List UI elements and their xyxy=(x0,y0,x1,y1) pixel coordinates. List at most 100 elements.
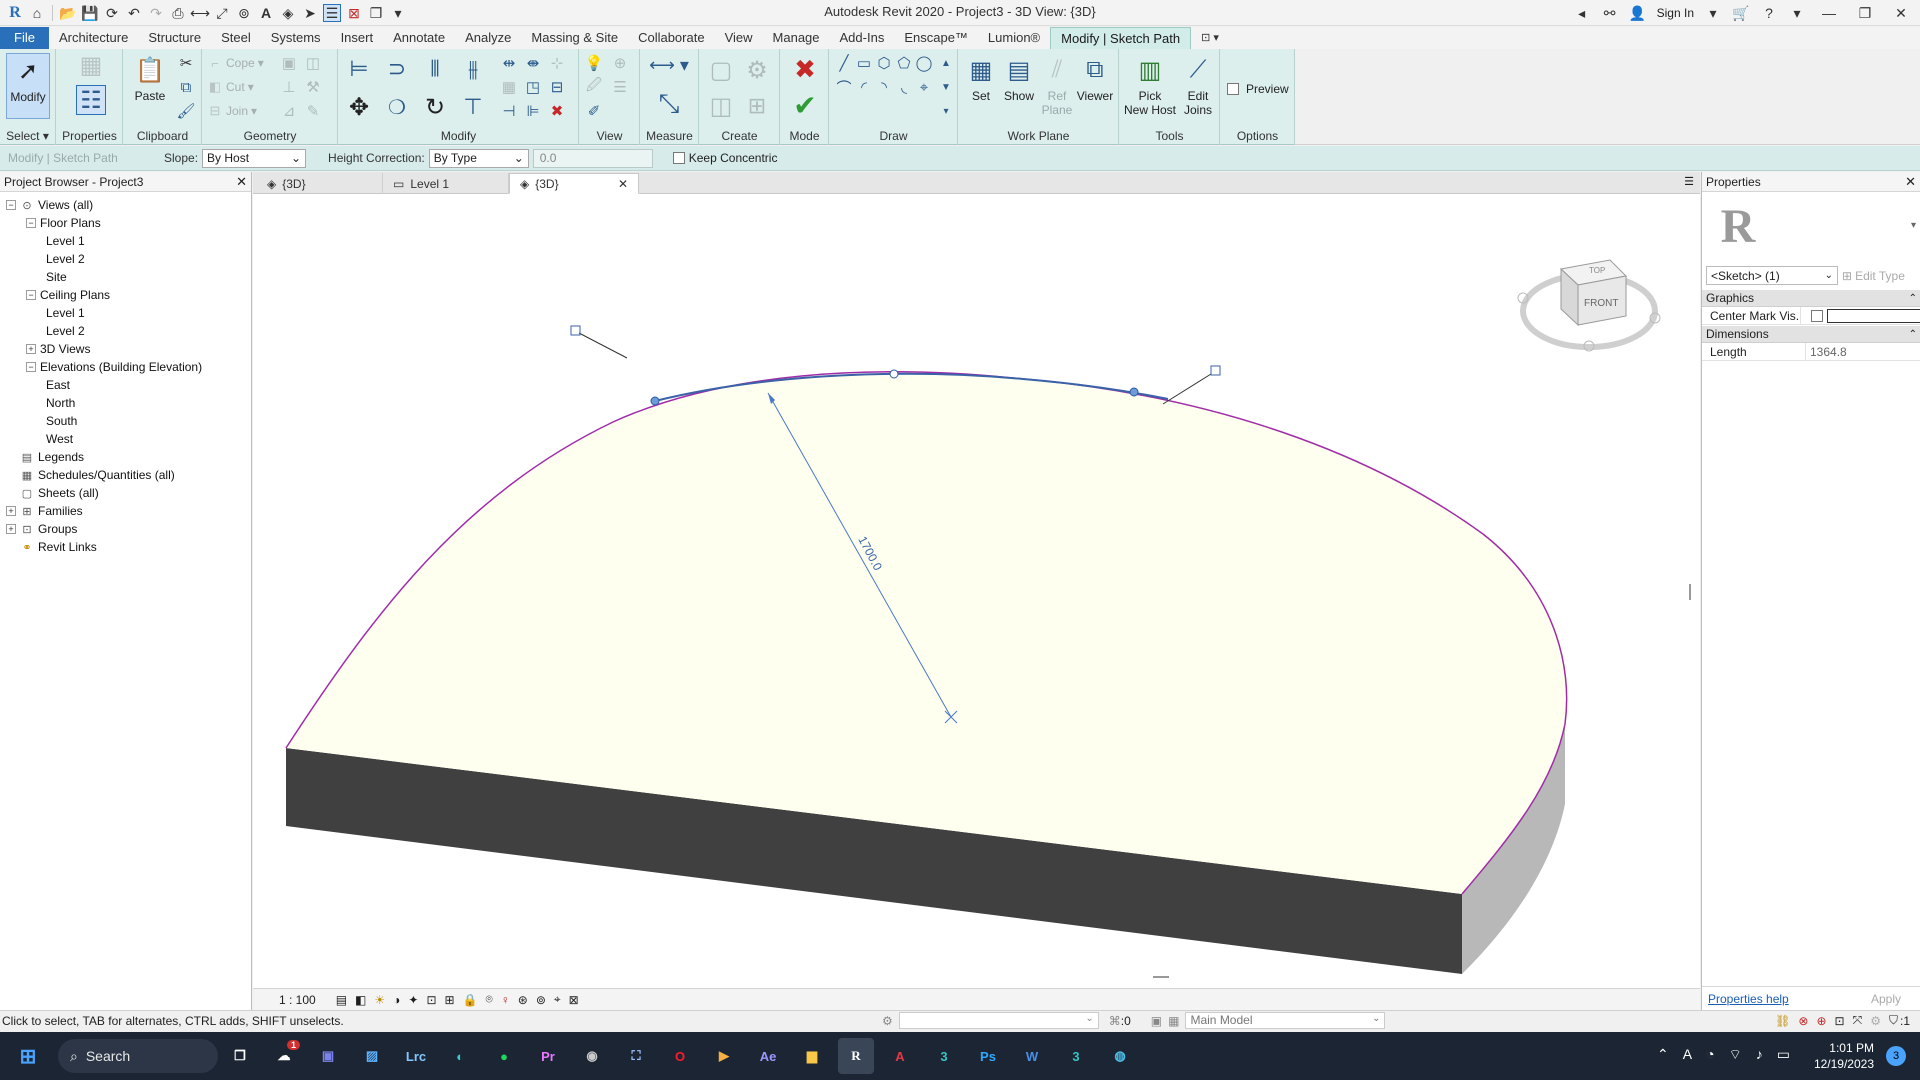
view-extra-icon[interactable]: ⊕ xyxy=(610,53,630,73)
worksets-icon[interactable]: ⚙ xyxy=(882,1014,893,1028)
tab-modify-sketch-path[interactable]: Modify | Sketch Path xyxy=(1050,27,1192,49)
tree-item[interactable]: Level 2 xyxy=(46,322,85,340)
delete-icon[interactable]: ✖ xyxy=(547,101,567,121)
media-app-icon[interactable]: ⛶ xyxy=(618,1038,654,1074)
tree-item[interactable]: − Floor Plans xyxy=(26,214,101,232)
detail-level-icon[interactable]: ▤ xyxy=(336,993,347,1007)
temp-view-props-icon[interactable]: ⊛ xyxy=(518,993,528,1007)
lightroom-icon[interactable]: Lrc xyxy=(398,1038,434,1074)
section-graphics[interactable]: Graphics ⌃ xyxy=(1702,290,1920,307)
after-effects-icon[interactable]: Ae xyxy=(750,1038,786,1074)
collapse-icon[interactable]: − xyxy=(26,218,36,228)
scale-icon[interactable]: ◳ xyxy=(523,77,543,97)
task-view-icon[interactable]: ❐ xyxy=(222,1038,258,1074)
tangent-arc-icon[interactable]: ◝ xyxy=(874,77,894,97)
render-icon[interactable]: ✦ xyxy=(408,993,418,1007)
crop-view-icon[interactable]: ⊡ xyxy=(426,993,436,1007)
trim-single-icon[interactable]: ⊣ xyxy=(499,101,519,121)
expand-icon[interactable]: + xyxy=(6,506,16,516)
line-icon[interactable]: ╱ xyxy=(834,53,854,73)
tray-chevron-icon[interactable]: ⌃ xyxy=(1657,1046,1669,1064)
match-properties-icon[interactable]: 🖌 xyxy=(176,101,196,121)
offset-icon[interactable]: ⊃ xyxy=(383,55,411,83)
keep-concentric-box[interactable] xyxy=(672,152,685,164)
premiere-icon[interactable]: Pr xyxy=(530,1038,566,1074)
remove-paint-icon[interactable]: ✎ xyxy=(303,101,323,121)
tab-lumion[interactable]: Lumion® xyxy=(978,27,1050,49)
tree-item[interactable]: + ⊡ Groups xyxy=(6,520,77,538)
slope-select[interactable]: By Host ⌄ xyxy=(202,148,307,168)
tree-item[interactable]: Level 2 xyxy=(46,250,85,268)
help-dropdown-icon[interactable]: ▾ xyxy=(1788,4,1806,22)
3d-model-view[interactable]: 1700.0 TOP FRONT xyxy=(253,194,1700,988)
visual-style-icon[interactable]: ◧ xyxy=(355,993,366,1007)
circle-icon[interactable]: ◯ xyxy=(914,53,934,73)
sign-in-link[interactable]: Sign In xyxy=(1657,6,1694,20)
3dsmax-2-icon[interactable]: 3 xyxy=(1058,1038,1094,1074)
close-window-button[interactable]: ✕ xyxy=(1888,3,1914,23)
pick-new-host-button[interactable]: ▥ Pick New Host xyxy=(1124,53,1176,119)
select-links-icon[interactable]: ⛓ xyxy=(1775,1014,1790,1028)
split-gap-icon[interactable]: ⇼ xyxy=(523,53,543,73)
create-parts-icon[interactable]: ⚙ xyxy=(742,55,772,85)
binoculars-icon[interactable]: ⚯ xyxy=(1601,4,1619,22)
draw-scroll-up-icon[interactable]: ▲ xyxy=(936,53,956,73)
workset-select[interactable]: ⌄ xyxy=(898,1012,1099,1029)
center-mark-value[interactable] xyxy=(1801,307,1920,324)
tab-menu-icon[interactable]: ☰ xyxy=(1684,175,1694,188)
select-underlay-icon[interactable]: ⊗ xyxy=(1798,1014,1808,1028)
view-scale[interactable]: 1 : 100 xyxy=(279,993,316,1007)
create-group-icon[interactable]: ◫ xyxy=(706,91,736,121)
tab-add-ins[interactable]: Add-Ins xyxy=(830,27,895,49)
array-icon[interactable]: ▦ xyxy=(499,77,519,97)
tab-enscape[interactable]: Enscape™ xyxy=(894,27,978,49)
collapse-icon[interactable]: − xyxy=(26,362,36,372)
notification-badge[interactable]: 3 xyxy=(1886,1046,1906,1066)
autocad-icon[interactable]: A xyxy=(882,1038,918,1074)
view-tab-level-1[interactable]: ▭ Level 1 xyxy=(383,173,509,194)
help-icon[interactable]: ? xyxy=(1760,4,1778,22)
tab-analyze[interactable]: Analyze xyxy=(455,27,521,49)
temp-hide-icon[interactable]: ⌾ xyxy=(486,992,493,1007)
editable-only-icon[interactable]: ⌘ xyxy=(1109,1014,1121,1028)
modify-button[interactable]: ➚ Modify xyxy=(6,53,50,119)
trim-extend-corner-icon[interactable]: ⊤ xyxy=(459,93,487,121)
3dsmax-icon[interactable]: 3 xyxy=(926,1038,962,1074)
reveal-hidden-icon[interactable]: ♀ xyxy=(501,993,510,1007)
view-tab-3d-1[interactable]: ◈ {3D} xyxy=(257,173,383,194)
draw-scroll-down-icon[interactable]: ▼ xyxy=(936,77,956,97)
mirror-draw-axis-icon[interactable]: ⫵ xyxy=(459,55,487,83)
override-graphics-icon[interactable]: 🖉 xyxy=(584,77,604,97)
center-mark-checkbox[interactable] xyxy=(1811,309,1823,322)
wifi-icon[interactable]: ⌔ xyxy=(1729,1046,1742,1064)
collapse-left-icon[interactable]: ◂ xyxy=(1573,4,1591,22)
move-icon[interactable]: ✥ xyxy=(345,93,373,121)
unpin-icon[interactable]: ⊟ xyxy=(547,77,567,97)
measure-between-icon[interactable]: ⟷ ▾ xyxy=(649,55,689,75)
restore-button[interactable]: ❐ xyxy=(1852,3,1878,23)
align-icon[interactable]: ⊨ xyxy=(345,55,373,83)
keep-concentric-checkbox[interactable]: Keep Concentric xyxy=(672,151,777,165)
center-ends-arc-icon[interactable]: ◜ xyxy=(854,77,874,97)
copy-icon[interactable]: ⧉ xyxy=(176,77,196,97)
collapse-icon[interactable]: − xyxy=(6,200,16,210)
speaker-icon[interactable]: ♪ xyxy=(1756,1046,1763,1064)
tab-file[interactable]: File xyxy=(0,27,49,49)
fillet-arc-icon[interactable]: ◟ xyxy=(894,77,914,97)
viewer-button[interactable]: ⧉ Viewer xyxy=(1073,53,1117,119)
properties-button[interactable]: ☷ xyxy=(69,85,113,119)
demolish-icon[interactable]: ⚒ xyxy=(303,77,323,97)
circumscribed-polygon-icon[interactable]: ⬠ xyxy=(894,53,914,73)
cart-icon[interactable]: 🛒 xyxy=(1732,4,1750,22)
pin-icon[interactable]: ⊹ xyxy=(547,53,567,73)
tree-item[interactable]: − Elevations (Building Elevation) xyxy=(26,358,202,376)
split-face-icon[interactable]: ▣ xyxy=(279,53,299,73)
drag-on-selection-icon[interactable]: ⤧ xyxy=(1853,1013,1863,1028)
spotify-icon[interactable]: ● xyxy=(486,1038,522,1074)
aligned-dimension-icon[interactable]: ⤡ xyxy=(649,88,689,119)
preview-checkbox-box[interactable] xyxy=(1227,83,1239,95)
tab-manage[interactable]: Manage xyxy=(763,27,830,49)
apply-button[interactable]: Apply xyxy=(1857,990,1915,1008)
tray-app-icon[interactable]: ◔ xyxy=(1706,1046,1714,1064)
revit-taskbar-icon[interactable]: R xyxy=(838,1038,874,1074)
